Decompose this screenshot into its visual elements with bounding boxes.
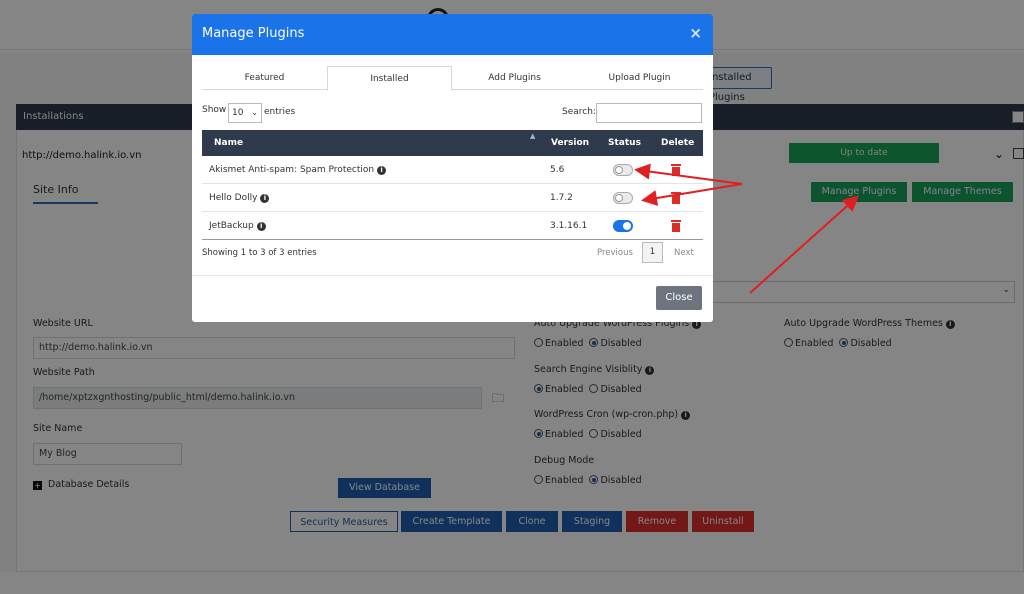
info-icon[interactable]: i: [256, 222, 266, 231]
modal-title: Manage Plugins: [202, 26, 305, 41]
plugin-name-text: Hello Dolly: [209, 193, 258, 203]
column-status[interactable]: Status: [608, 130, 641, 156]
table-header: Name ▲ Version Status Delete: [202, 130, 703, 156]
manage-plugins-modal: Manage Plugins × Featured Installed Add …: [192, 14, 713, 322]
tab-add-plugins[interactable]: Add Plugins: [452, 66, 577, 90]
toggle-knob: [615, 194, 623, 202]
plugin-name: Hello Dolly i: [209, 184, 270, 212]
modal-header: Manage Plugins ×: [192, 14, 713, 55]
showing-info: Showing 1 to 3 of 3 entries: [202, 248, 317, 258]
plugin-version: 3.1.16.1: [550, 221, 588, 231]
entries-select[interactable]: 10 ⌄: [228, 103, 262, 123]
tab-featured[interactable]: Featured: [202, 66, 327, 90]
column-name[interactable]: Name: [214, 130, 243, 156]
table-row: Hello Dolly i 1.7.2: [202, 184, 703, 212]
plugin-tabs: Featured Installed Add Plugins Upload Pl…: [202, 66, 703, 91]
page-1-button[interactable]: 1: [642, 242, 663, 263]
column-delete: Delete: [661, 138, 695, 148]
status-toggle[interactable]: [613, 164, 633, 176]
tab-upload-plugin[interactable]: Upload Plugin: [577, 66, 702, 90]
plugin-name: JetBackup i: [209, 212, 266, 240]
entries-value: 10: [232, 108, 244, 118]
plugin-version: 1.7.2: [550, 193, 573, 203]
tab-installed[interactable]: Installed: [327, 66, 452, 91]
table-row: Akismet Anti-spam: Spam Protection i 5.6: [202, 156, 703, 184]
plugin-name-text: Akismet Anti-spam: Spam Protection: [209, 165, 375, 175]
info-icon[interactable]: i: [377, 166, 387, 175]
trash-icon[interactable]: [671, 192, 681, 204]
plugin-name: Akismet Anti-spam: Spam Protection i: [209, 156, 387, 184]
search-label: Search:: [562, 107, 596, 117]
column-version[interactable]: Version: [551, 130, 589, 156]
table-divider: [202, 239, 703, 240]
toggle-knob: [615, 166, 623, 174]
chevron-down-icon: ⌄: [251, 108, 258, 117]
close-button[interactable]: Close: [656, 286, 702, 310]
plugin-version: 5.6: [550, 165, 565, 175]
toggle-knob: [623, 222, 631, 230]
plugin-name-text: JetBackup: [209, 221, 254, 231]
sort-asc-icon[interactable]: ▲: [530, 132, 535, 140]
search-input[interactable]: [596, 103, 702, 123]
table-row: JetBackup i 3.1.16.1: [202, 212, 703, 240]
close-icon[interactable]: ×: [689, 24, 702, 42]
trash-icon[interactable]: [671, 164, 681, 176]
status-toggle[interactable]: [613, 220, 633, 232]
next-button[interactable]: Next: [674, 248, 694, 258]
show-label: Show: [202, 105, 227, 115]
modal-divider: [192, 275, 713, 276]
info-icon[interactable]: i: [260, 194, 270, 203]
status-toggle[interactable]: [613, 192, 633, 204]
entries-label: entries: [264, 107, 296, 117]
trash-icon[interactable]: [671, 220, 681, 232]
previous-button[interactable]: Previous: [597, 248, 633, 258]
